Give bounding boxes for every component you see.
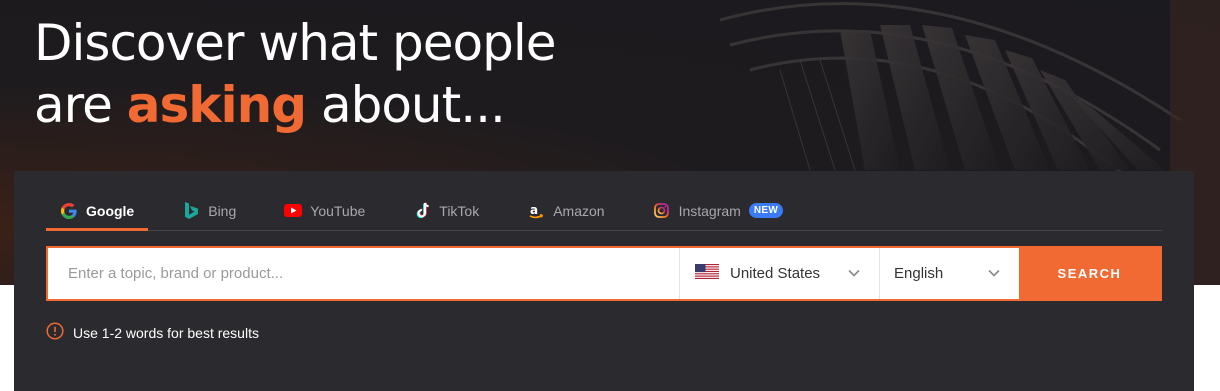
search-button[interactable]: SEARCH: [1019, 248, 1160, 299]
chevron-down-icon: [847, 266, 861, 284]
search-bar: United States English SEARCH: [46, 246, 1162, 301]
tab-google[interactable]: Google: [46, 191, 149, 231]
google-icon: [60, 202, 78, 220]
new-badge: NEW: [748, 203, 784, 218]
language-value: English: [894, 265, 944, 282]
chevron-down-icon: [987, 266, 1001, 284]
us-flag-icon: [695, 264, 719, 283]
tab-label: YouTube: [310, 202, 366, 219]
search-hint: Use 1-2 words for best results: [46, 322, 259, 343]
tab-instagram[interactable]: Instagram NEW: [639, 191, 797, 230]
tab-youtube[interactable]: YouTube: [270, 191, 379, 230]
tab-label: Bing: [208, 202, 237, 219]
headline-line-2: are asking about...: [34, 74, 556, 136]
instagram-icon: [653, 202, 671, 220]
country-select[interactable]: United States: [679, 248, 879, 299]
country-value: United States: [730, 265, 821, 282]
search-panel: Google Bing YouTube TikTok a Amazon Inst…: [14, 171, 1194, 391]
tab-bing[interactable]: Bing: [168, 191, 250, 230]
language-select[interactable]: English: [879, 248, 1019, 299]
headline-accent: asking: [126, 76, 307, 134]
svg-text:a: a: [530, 203, 538, 217]
bing-icon: [182, 202, 200, 220]
headline-suffix: about...: [306, 76, 506, 134]
hero-headline: Discover what people are asking about...: [34, 12, 557, 136]
amazon-icon: a: [527, 202, 545, 220]
tiktok-icon: [413, 202, 431, 220]
headline-line-1: Discover what people: [34, 14, 557, 72]
search-engine-tabs: Google Bing YouTube TikTok a Amazon Inst…: [46, 191, 1162, 231]
tab-tiktok[interactable]: TikTok: [399, 191, 493, 230]
tab-label: Instagram: [678, 202, 741, 219]
tab-label: Amazon: [553, 202, 605, 219]
tab-label: TikTok: [439, 202, 480, 219]
youtube-icon: [284, 202, 303, 220]
headline-prefix: are: [34, 76, 127, 134]
search-input[interactable]: [48, 248, 679, 299]
alert-circle-icon: [46, 322, 64, 343]
tab-amazon[interactable]: a Amazon: [513, 191, 618, 230]
hint-text: Use 1-2 words for best results: [73, 324, 259, 341]
tab-label: Google: [86, 202, 135, 219]
